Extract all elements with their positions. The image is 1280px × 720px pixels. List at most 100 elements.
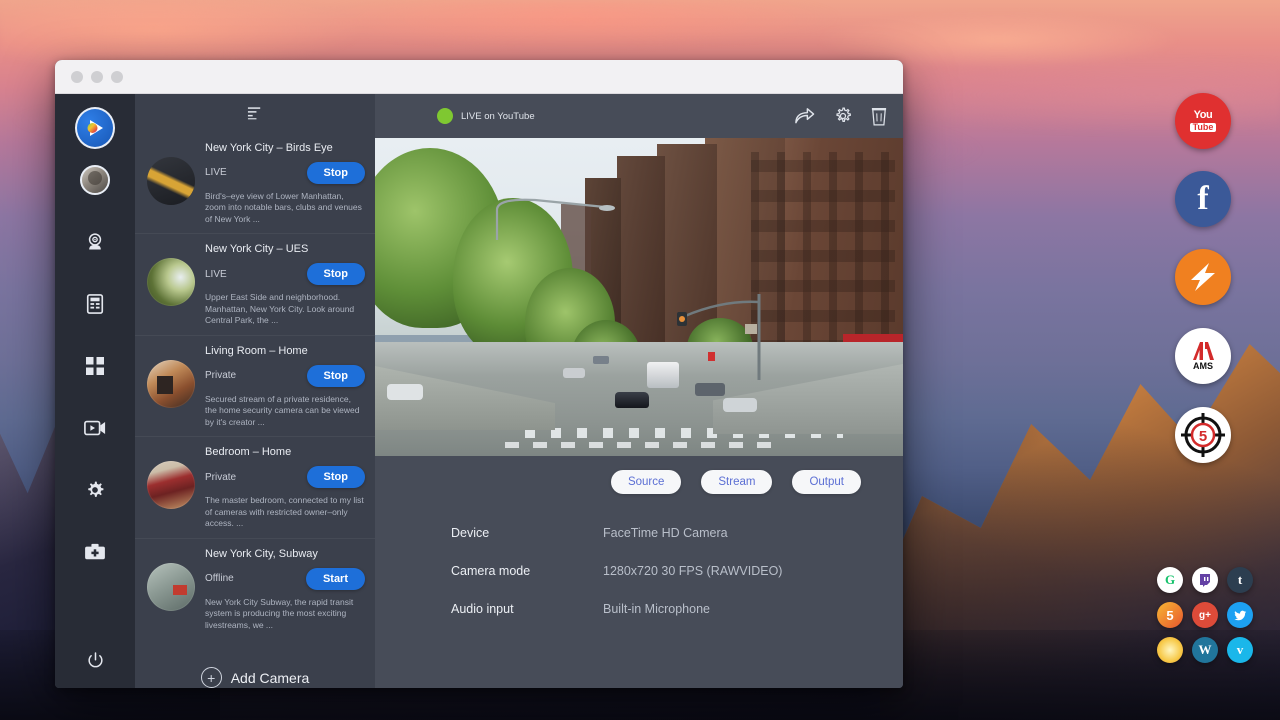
toolbar-icons [794, 106, 887, 126]
desktop-icon-twitter[interactable] [1227, 602, 1253, 628]
camera-title: Bedroom – Home [205, 445, 365, 459]
desktop-icon-wordpress[interactable]: W [1192, 637, 1218, 663]
camera-title: New York City, Subway [205, 547, 365, 561]
main-panel: LIVE on YouTube [375, 94, 903, 688]
video-car [723, 398, 757, 412]
desktop-icon-adobe-label: AMS [1193, 361, 1213, 371]
camera-list-item[interactable]: New York City, Subway Offline Start New … [135, 539, 375, 640]
desktop-icon-target-five[interactable]: 5 [1175, 407, 1231, 463]
camera-list-item[interactable]: New York City – UES LIVE Stop Upper East… [135, 234, 375, 336]
gear-icon[interactable] [833, 106, 853, 126]
camera-thumbnail [147, 563, 195, 611]
video-traffic-light [663, 288, 773, 384]
info-row: Audio input Built-in Microphone [451, 602, 903, 616]
video-box-icon [84, 419, 106, 437]
sidebar-item-app-logo[interactable] [75, 108, 115, 148]
desktop-icon-twitch[interactable] [1192, 567, 1218, 593]
desktop-icon-lightning[interactable] [1175, 249, 1231, 305]
adobe-a-icon [1190, 341, 1216, 360]
info-label: Audio input [451, 602, 603, 616]
camera-status-row: Offline Start [205, 568, 365, 590]
sidebar-item-cameras[interactable] [75, 224, 115, 260]
camera-action-button[interactable]: Stop [307, 162, 365, 184]
camera-action-button[interactable]: Stop [307, 365, 365, 387]
camera-title: New York City – Birds Eye [205, 141, 365, 155]
grid-icon [85, 356, 105, 376]
app-window: New York City – Birds Eye LIVE Stop Bird… [55, 60, 903, 688]
tab-source[interactable]: Source [611, 470, 681, 494]
camera-info: Bedroom – Home Private Stop The master b… [205, 445, 365, 530]
sidebar-item-power[interactable] [75, 642, 115, 678]
sidebar-item-reports[interactable] [75, 286, 115, 322]
window-titlebar [55, 60, 903, 94]
plus-circle-icon: + [201, 667, 222, 688]
power-icon [86, 651, 105, 670]
camera-action-button[interactable]: Stop [307, 466, 365, 488]
window-minimize-button[interactable] [91, 71, 103, 83]
info-row: Device FaceTime HD Camera [451, 526, 903, 540]
desktop-icon-vimeo[interactable]: v [1227, 637, 1253, 663]
camera-list-item[interactable]: Bedroom – Home Private Stop The master b… [135, 437, 375, 539]
webcam-icon [85, 232, 105, 252]
nav-rail [55, 94, 135, 688]
play-logo-icon [75, 107, 115, 149]
camera-state: LIVE [205, 269, 227, 280]
camera-info: New York City, Subway Offline Start New … [205, 547, 365, 632]
source-info-table: Device FaceTime HD Camera Camera mode 12… [375, 494, 903, 640]
sidebar-item-recordings[interactable] [75, 410, 115, 446]
info-value: FaceTime HD Camera [603, 526, 728, 540]
camera-title: Living Room – Home [205, 344, 365, 358]
share-icon[interactable] [794, 107, 815, 125]
desktop-icon-youtube[interactable]: You Tube [1175, 93, 1231, 149]
camera-description: Secured stream of a private residence, t… [205, 394, 365, 429]
sidebar-item-user-avatar[interactable] [75, 162, 115, 198]
desktop-icon-adobe-ams[interactable]: AMS [1175, 328, 1231, 384]
sort-icon[interactable] [247, 105, 264, 121]
camera-state: LIVE [205, 167, 227, 178]
avatar-icon [80, 165, 110, 195]
desktop-icon-tumblr[interactable]: t [1227, 567, 1253, 593]
info-value: Built-in Microphone [603, 602, 710, 616]
twitter-bird-icon [1234, 609, 1247, 622]
trash-icon[interactable] [871, 106, 887, 126]
play-triangle-glyph [83, 116, 107, 140]
sidebar-item-dashboard[interactable] [75, 348, 115, 384]
live-status-badge: LIVE on YouTube [437, 108, 535, 124]
live-status-label: LIVE on YouTube [461, 111, 535, 122]
window-maximize-button[interactable] [111, 71, 123, 83]
camera-action-button[interactable]: Stop [307, 263, 365, 285]
window-close-button[interactable] [71, 71, 83, 83]
camera-list-item[interactable]: New York City – Birds Eye LIVE Stop Bird… [135, 133, 375, 235]
camera-thumbnail [147, 157, 195, 205]
desktop-icon-youtube-label-bottom: Tube [1190, 123, 1217, 132]
camera-thumbnail [147, 258, 195, 306]
main-toolbar: LIVE on YouTube [375, 94, 903, 138]
camera-state: Private [205, 472, 236, 483]
camera-description: The master bedroom, connected to my list… [205, 495, 365, 530]
camera-state: Private [205, 370, 236, 381]
add-camera-label: Add Camera [231, 670, 310, 686]
info-label: Camera mode [451, 564, 603, 578]
camera-thumbnail [147, 461, 195, 509]
twitch-icon [1198, 573, 1212, 587]
sidebar-item-settings[interactable] [75, 472, 115, 508]
desktop-icon-facebook[interactable]: f [1175, 171, 1231, 227]
camera-info: Living Room – Home Private Stop Secured … [205, 344, 365, 429]
video-preview[interactable] [375, 138, 903, 456]
video-car [695, 383, 725, 396]
camera-action-button[interactable]: Start [306, 568, 365, 590]
desktop-icon-sketch[interactable]: 5 [1157, 602, 1183, 628]
target-icon: 5 [1179, 411, 1227, 459]
desktop-icon-grammarly[interactable]: G [1157, 567, 1183, 593]
video-car [593, 356, 609, 364]
camera-list-item[interactable]: Living Room – Home Private Stop Secured … [135, 336, 375, 438]
desktop-icon-sun[interactable] [1157, 637, 1183, 663]
add-camera-button[interactable]: + Add Camera [135, 639, 375, 688]
tab-stream[interactable]: Stream [701, 470, 772, 494]
sidebar-item-support[interactable] [75, 534, 115, 570]
camera-info: New York City – UES LIVE Stop Upper East… [205, 242, 365, 327]
camera-thumbnail [147, 360, 195, 408]
desktop-icon-google-plus[interactable]: g+ [1192, 602, 1218, 628]
video-street-lamp [495, 196, 615, 242]
tab-output[interactable]: Output [792, 470, 861, 494]
